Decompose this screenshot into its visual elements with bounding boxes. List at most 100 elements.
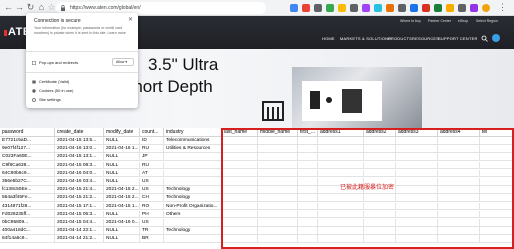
table-cell[interactable] (396, 186, 438, 194)
extension-icon[interactable] (362, 4, 370, 12)
extension-icon[interactable] (434, 4, 442, 12)
table-cell[interactable] (258, 194, 298, 202)
column-header[interactable]: address1 (318, 128, 364, 137)
table-cell[interactable]: 2021-04-16 13:0... (55, 145, 104, 153)
table-cell[interactable] (258, 169, 298, 178)
top-link[interactable]: Where to buy (400, 19, 421, 23)
nav-resources[interactable]: RESOURCES (412, 36, 439, 41)
table-cell[interactable] (222, 186, 258, 194)
table-cell[interactable] (396, 161, 438, 170)
table-cell[interactable] (438, 145, 480, 153)
table-cell[interactable] (364, 210, 396, 219)
extension-icon[interactable] (302, 4, 310, 12)
table-cell[interactable]: NULL (104, 178, 140, 186)
table-cell[interactable] (318, 235, 364, 243)
table-cell[interactable] (164, 153, 222, 161)
table-cell[interactable] (222, 145, 258, 153)
table-cell[interactable] (298, 169, 318, 178)
cookies-row[interactable]: Cookies (50 in use) (32, 88, 73, 93)
table-cell[interactable]: 2021-04-16 04:0... (55, 169, 104, 178)
table-cell[interactable] (298, 153, 318, 161)
table-cell[interactable]: NULL (104, 210, 140, 219)
table-cell[interactable] (438, 169, 480, 178)
table-cell[interactable] (364, 202, 396, 211)
table-cell[interactable] (438, 202, 480, 211)
table-cell[interactable]: AT (140, 169, 164, 178)
menu-icon[interactable]: ⋮ (497, 2, 508, 13)
table-cell[interactable] (222, 227, 258, 235)
table-cell[interactable] (480, 178, 514, 186)
table-cell[interactable]: JP (140, 153, 164, 161)
lock-icon[interactable] (60, 5, 66, 11)
table-cell[interactable]: Others (164, 210, 222, 219)
table-cell[interactable] (298, 202, 318, 211)
table-cell[interactable] (318, 137, 364, 145)
site-settings-row[interactable]: Site settings (32, 97, 61, 102)
table-cell[interactable]: 2021-04-16 0... (104, 219, 140, 227)
table-cell[interactable] (164, 219, 222, 227)
table-cell[interactable] (364, 145, 396, 153)
extension-icon[interactable] (350, 4, 358, 12)
table-cell[interactable]: 2021-04-15 2... (104, 186, 140, 194)
table-cell[interactable]: TR (140, 227, 164, 235)
table-cell[interactable]: NULL (104, 161, 140, 170)
extension-icon[interactable] (386, 4, 394, 12)
table-cell[interactable] (438, 235, 480, 243)
table-cell[interactable] (318, 194, 364, 202)
table-cell[interactable] (438, 161, 480, 170)
table-cell[interactable] (258, 210, 298, 219)
nav-markets[interactable]: MARKETS & SOLUTIONS (340, 36, 391, 41)
table-cell[interactable] (298, 145, 318, 153)
table-cell[interactable]: 2021-04-16 1... (104, 145, 140, 153)
table-cell[interactable]: 2021-04-15 2... (104, 194, 140, 202)
table-cell[interactable] (222, 219, 258, 227)
table-cell[interactable] (222, 194, 258, 202)
extension-icon[interactable] (326, 4, 334, 12)
column-header[interactable]: count... (140, 128, 164, 137)
table-cell[interactable]: NULL (104, 169, 140, 178)
table-cell[interactable] (222, 235, 258, 243)
table-cell[interactable] (222, 178, 258, 186)
table-cell[interactable] (438, 178, 480, 186)
table-cell[interactable] (480, 137, 514, 145)
table-cell[interactable]: 2021-04-15 08:3... (55, 161, 104, 170)
table-cell[interactable] (164, 161, 222, 170)
table-cell[interactable]: 2021-04-14 22:1... (55, 227, 104, 235)
table-cell[interactable] (396, 235, 438, 243)
table-cell[interactable]: C9f8Ca638... (0, 161, 55, 170)
table-cell[interactable]: fc138c50Ee... (0, 186, 55, 194)
table-cell[interactable]: PH (140, 210, 164, 219)
table-cell[interactable] (222, 153, 258, 161)
table-cell[interactable] (222, 137, 258, 145)
table-cell[interactable] (480, 186, 514, 194)
table-cell[interactable] (258, 137, 298, 145)
table-cell[interactable] (480, 161, 514, 170)
table-cell[interactable] (364, 235, 396, 243)
table-cell[interactable]: NULL (104, 153, 140, 161)
table-cell[interactable]: C023Fa60E... (0, 153, 55, 161)
table-cell[interactable] (396, 178, 438, 186)
popups-setting-row[interactable]: Pop-ups and redirects (32, 60, 78, 65)
table-cell[interactable] (438, 227, 480, 235)
column-header[interactable]: create_date (55, 128, 104, 137)
nav-products[interactable]: PRODUCTS (388, 36, 412, 41)
table-cell[interactable] (298, 235, 318, 243)
table-cell[interactable]: 4314871f28... (0, 202, 55, 211)
nav-home[interactable]: HOME (322, 36, 335, 41)
table-cell[interactable]: 2021-04-15 05:3... (55, 210, 104, 219)
extension-icon[interactable] (290, 4, 298, 12)
table-cell[interactable] (222, 161, 258, 170)
column-header[interactable]: first_... (298, 128, 318, 137)
table-cell[interactable] (318, 145, 364, 153)
column-header[interactable]: tel (480, 128, 514, 137)
table-cell[interactable] (364, 194, 396, 202)
table-cell[interactable]: 2021-04-15 13:1... (55, 153, 104, 161)
extension-icon[interactable] (410, 4, 418, 12)
table-cell[interactable] (164, 169, 222, 178)
column-header[interactable]: password (0, 128, 55, 137)
table-cell[interactable] (396, 145, 438, 153)
table-cell[interactable] (480, 235, 514, 243)
table-cell[interactable]: 2021-04-15 17:1... (55, 202, 104, 211)
table-cell[interactable] (298, 194, 318, 202)
table-cell[interactable] (480, 202, 514, 211)
